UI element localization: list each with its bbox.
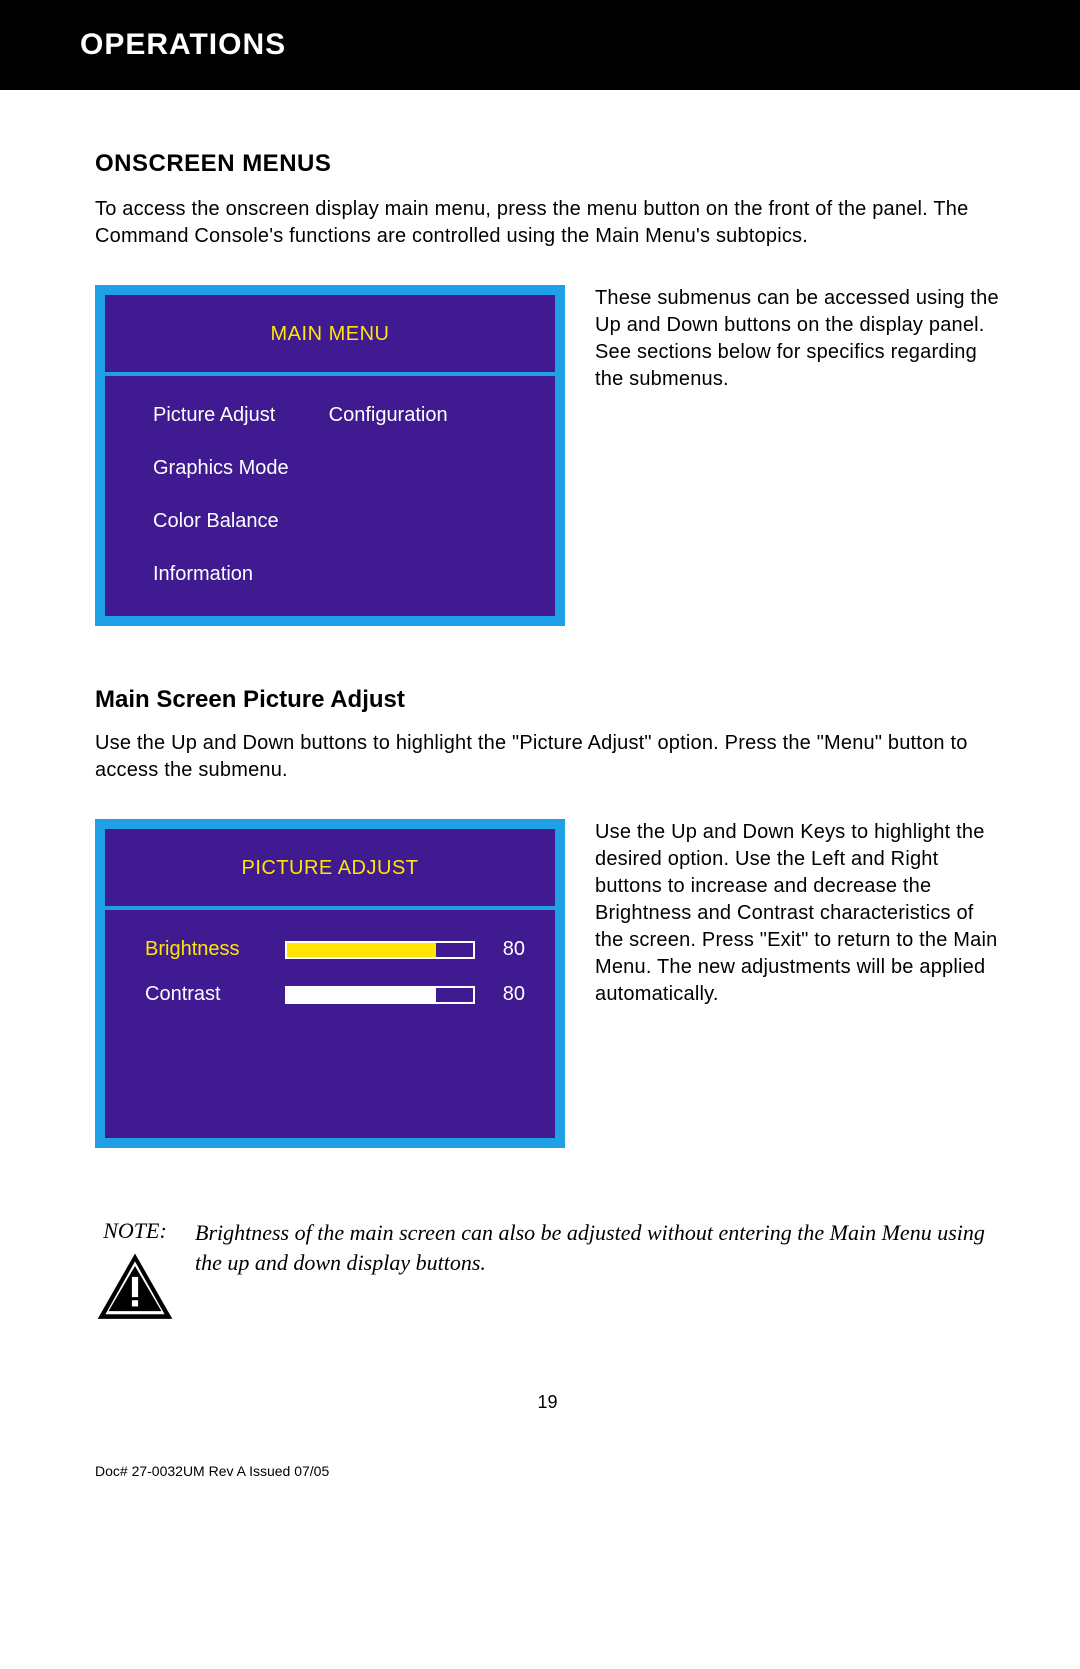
picture-adjust-osd-body: Brightness 80 Contrast 80 — [105, 910, 555, 1138]
picture-adjust-intro: Use the Up and Down buttons to highlight… — [95, 730, 1000, 784]
main-menu-row: MAIN MENU Picture Adjust Graphics Mode C… — [95, 285, 1000, 626]
contrast-value: 80 — [495, 983, 525, 1006]
contrast-slider-fill — [287, 988, 436, 1002]
menu-item-configuration: Configuration — [329, 404, 448, 427]
main-menu-title: MAIN MENU — [271, 323, 390, 345]
page-content: ONSCREEN MENUS To access the onscreen di… — [0, 90, 1080, 1509]
picture-adjust-osd-header: PICTURE ADJUST — [105, 829, 555, 910]
brightness-label: Brightness — [145, 938, 265, 961]
header-title: OPERATIONS — [80, 28, 286, 61]
warning-icon — [95, 1252, 175, 1322]
contrast-label: Contrast — [145, 983, 265, 1006]
menu-item-color-balance: Color Balance — [153, 510, 289, 533]
menu-item-information: Information — [153, 563, 289, 586]
brightness-row: Brightness 80 — [145, 938, 525, 961]
picture-adjust-osd: PICTURE ADJUST Brightness 80 Contrast 80 — [95, 819, 565, 1148]
main-menu-osd-body: Picture Adjust Graphics Mode Color Balan… — [105, 376, 555, 616]
page-number: 19 — [95, 1392, 1000, 1413]
main-menu-osd-header: MAIN MENU — [105, 295, 555, 376]
onscreen-menus-intro: To access the onscreen display main menu… — [95, 196, 1000, 250]
brightness-slider — [285, 941, 475, 959]
note-block: NOTE: Brightness of the main screen can … — [95, 1218, 1000, 1322]
main-menu-right-col: Configuration — [329, 404, 448, 586]
main-menu-left-col: Picture Adjust Graphics Mode Color Balan… — [153, 404, 289, 586]
brightness-value: 80 — [495, 938, 525, 961]
brightness-slider-fill — [287, 943, 436, 957]
header-bar: OPERATIONS — [0, 0, 1080, 90]
picture-adjust-heading: Main Screen Picture Adjust — [95, 686, 1000, 714]
picture-adjust-row: PICTURE ADJUST Brightness 80 Contrast 80 — [95, 819, 1000, 1148]
note-text: Brightness of the main screen can also b… — [195, 1218, 1000, 1277]
onscreen-menus-heading: ONSCREEN MENUS — [95, 150, 1000, 178]
main-menu-osd: MAIN MENU Picture Adjust Graphics Mode C… — [95, 285, 565, 626]
menu-item-graphics-mode: Graphics Mode — [153, 457, 289, 480]
contrast-row: Contrast 80 — [145, 983, 525, 1006]
picture-adjust-title: PICTURE ADJUST — [241, 857, 418, 879]
note-left: NOTE: — [95, 1218, 175, 1322]
menu-item-picture-adjust: Picture Adjust — [153, 404, 289, 427]
note-label: NOTE: — [103, 1218, 167, 1244]
contrast-slider — [285, 986, 475, 1004]
picture-adjust-side-text: Use the Up and Down Keys to highlight th… — [595, 819, 1000, 1008]
doc-id: Doc# 27-0032UM Rev A Issued 07/05 — [95, 1463, 1000, 1479]
main-menu-side-text: These submenus can be accessed using the… — [595, 285, 1000, 393]
